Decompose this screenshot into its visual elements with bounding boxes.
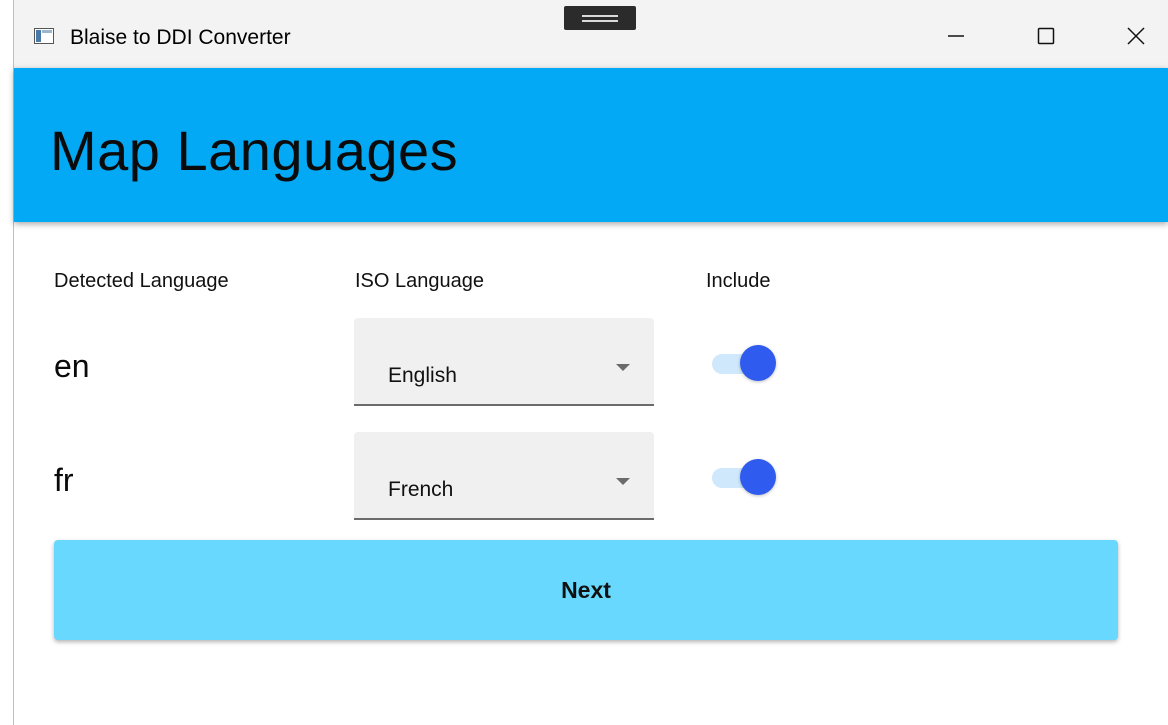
detected-language-column-label: Detected Language — [54, 270, 229, 292]
maximize-icon — [1037, 27, 1055, 45]
include-column-label: Include — [706, 270, 771, 292]
iso-language-value: English — [388, 364, 457, 387]
toggle-thumb — [740, 459, 776, 495]
detected-language-code: en — [54, 348, 90, 384]
dropdown-arrow-icon — [616, 364, 630, 371]
iso-language-select[interactable]: French — [354, 432, 654, 520]
toggle-thumb — [740, 345, 776, 381]
page-title: Map Languages — [50, 119, 459, 182]
window-title: Blaise to DDI Converter — [70, 26, 291, 49]
next-button[interactable]: Next — [54, 540, 1118, 640]
snap-handle[interactable] — [564, 6, 636, 30]
app-window-icon — [34, 28, 54, 44]
app-window: Blaise to DDI Converter Map Languages De… — [0, 0, 1168, 725]
minimize-button[interactable] — [932, 18, 980, 54]
minimize-icon — [948, 35, 964, 37]
close-icon — [1127, 27, 1145, 45]
include-toggle[interactable] — [708, 458, 776, 496]
close-button[interactable] — [1112, 18, 1160, 54]
detected-language-code: fr — [54, 462, 74, 498]
page-header: Map Languages — [14, 68, 1168, 222]
iso-language-select[interactable]: English — [354, 318, 654, 406]
iso-language-column-label: ISO Language — [355, 270, 484, 292]
title-bar[interactable]: Blaise to DDI Converter — [14, 0, 1168, 68]
maximize-button[interactable] — [1022, 18, 1070, 54]
window-left-border — [0, 0, 14, 725]
dropdown-arrow-icon — [616, 478, 630, 485]
iso-language-value: French — [388, 478, 454, 501]
include-toggle[interactable] — [708, 344, 776, 382]
